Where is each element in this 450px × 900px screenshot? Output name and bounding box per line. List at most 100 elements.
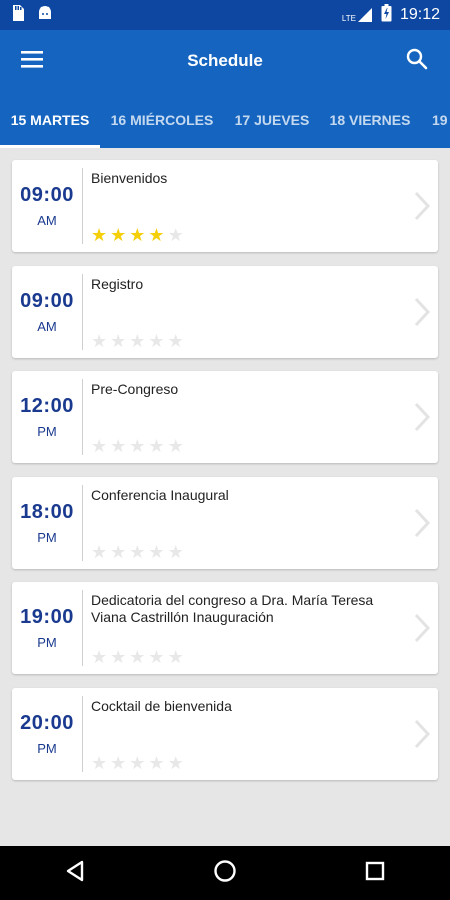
event-period: PM — [37, 424, 57, 439]
star-empty-icon[interactable]: ★ — [110, 648, 126, 666]
event-title: Pre-Congreso — [91, 381, 179, 397]
event-title: Cocktail de bienvenida — [91, 697, 232, 714]
star-empty-icon[interactable]: ★ — [110, 754, 126, 772]
star-empty-icon[interactable]: ★ — [129, 754, 145, 772]
tab-label: 19 — [432, 112, 448, 128]
star-empty-icon[interactable]: ★ — [129, 648, 145, 666]
event-period: AM — [37, 213, 57, 228]
chevron-right-icon — [408, 506, 434, 540]
star-empty-icon[interactable]: ★ — [91, 437, 107, 455]
event-period: PM — [37, 529, 57, 545]
home-button[interactable] — [195, 846, 255, 900]
rating-stars[interactable]: ★ ★ ★ ★ ★ — [91, 226, 184, 244]
star-empty-icon[interactable]: ★ — [91, 332, 107, 350]
time-column: 12:00 PM — [12, 371, 82, 463]
time-column: 09:00 AM — [12, 160, 82, 252]
star-filled-icon[interactable]: ★ — [110, 226, 126, 244]
tab-label: 16 MIÉRCOLES — [110, 112, 214, 128]
star-empty-icon[interactable]: ★ — [129, 437, 145, 455]
app-bar: Schedule — [0, 30, 450, 92]
tab-label: 17 JUEVES — [234, 112, 310, 128]
star-empty-icon[interactable]: ★ — [168, 332, 184, 350]
storage-icon — [10, 4, 26, 27]
event-time: 19:00 — [20, 606, 74, 628]
status-time: 19:12 — [399, 6, 440, 23]
search-icon — [406, 48, 428, 75]
star-empty-icon[interactable]: ★ — [91, 648, 107, 666]
rating-stars[interactable]: ★ ★ ★ ★ ★ — [91, 332, 184, 350]
time-column: 19:00 PM — [12, 582, 82, 674]
tab-label: 18 VIERNES — [329, 112, 411, 128]
star-empty-icon[interactable]: ★ — [148, 754, 164, 772]
star-empty-icon[interactable]: ★ — [148, 543, 164, 561]
day-tabs: 15 MARTES 16 MIÉRCOLES 17 JUEVES 18 VIER… — [0, 92, 450, 148]
schedule-card[interactable]: 09:00 AM Registro ★ ★ ★ ★ ★ — [12, 265, 438, 358]
event-time: 12:00 — [20, 395, 74, 417]
tab-17-jueves[interactable]: 17 JUEVES — [224, 92, 320, 148]
rating-stars[interactable]: ★ ★ ★ ★ ★ — [91, 648, 184, 666]
star-empty-icon[interactable]: ★ — [110, 437, 126, 455]
star-empty-icon[interactable]: ★ — [129, 543, 145, 561]
home-icon — [213, 859, 237, 888]
event-title: Registro — [91, 275, 144, 292]
event-title: Conferencia Inaugural — [91, 486, 229, 503]
star-filled-icon[interactable]: ★ — [148, 226, 164, 244]
star-empty-icon[interactable]: ★ — [110, 332, 126, 350]
star-empty-icon[interactable]: ★ — [168, 648, 184, 666]
schedule-card[interactable]: 18:00 PM Conferencia Inaugural ★ ★ ★ ★ ★ — [12, 476, 438, 569]
schedule-card[interactable]: 20:00 PM Cocktail de bienvenida ★ ★ ★ ★ ★ — [12, 687, 438, 780]
schedule-card[interactable]: 09:00 AM Bienvenidos ★ ★ ★ ★ ★ — [12, 160, 438, 252]
event-period: AM — [37, 318, 57, 334]
star-empty-icon[interactable]: ★ — [148, 648, 164, 666]
event-title: Bienvenidos — [91, 170, 168, 186]
tab-19[interactable]: 19 — [420, 92, 450, 148]
android-icon — [36, 4, 54, 27]
schedule-card[interactable]: 19:00 PM Dedicatoria del congreso a Dra.… — [12, 582, 438, 674]
system-nav-bar — [0, 846, 450, 900]
time-column: 20:00 PM — [12, 688, 82, 780]
rating-stars[interactable]: ★ ★ ★ ★ ★ — [91, 543, 184, 561]
menu-button[interactable] — [0, 30, 66, 92]
star-empty-icon[interactable]: ★ — [168, 226, 184, 244]
tab-18-viernes[interactable]: 18 VIERNES — [320, 92, 420, 148]
signal-icon: LTE — [342, 7, 373, 23]
star-empty-icon[interactable]: ★ — [168, 543, 184, 561]
tab-15-martes[interactable]: 15 MARTES — [0, 92, 100, 148]
tab-16-miercoles[interactable]: 16 MIÉRCOLES — [100, 92, 224, 148]
menu-icon — [21, 50, 45, 73]
time-column: 18:00 PM — [12, 477, 82, 569]
star-empty-icon[interactable]: ★ — [148, 332, 164, 350]
recents-icon — [365, 861, 385, 886]
event-title: Dedicatoria del congreso a Dra. María Te… — [91, 592, 374, 625]
schedule-card[interactable]: 12:00 PM Pre-Congreso ★ ★ ★ ★ ★ — [12, 371, 438, 463]
tab-label: 15 MARTES — [10, 112, 90, 128]
star-empty-icon[interactable]: ★ — [168, 437, 184, 455]
star-empty-icon[interactable]: ★ — [168, 754, 184, 772]
star-empty-icon[interactable]: ★ — [129, 332, 145, 350]
rating-stars[interactable]: ★ ★ ★ ★ ★ — [91, 437, 184, 455]
back-button[interactable] — [45, 846, 105, 900]
chevron-right-icon — [408, 189, 434, 223]
event-period: PM — [37, 635, 57, 650]
event-time: 18:00 — [20, 500, 74, 523]
event-period: PM — [37, 740, 57, 756]
page-title: Schedule — [187, 51, 263, 70]
chevron-right-icon — [408, 717, 434, 751]
star-filled-icon[interactable]: ★ — [129, 226, 145, 244]
star-empty-icon[interactable]: ★ — [148, 437, 164, 455]
event-time: 09:00 — [20, 289, 74, 312]
chevron-right-icon — [408, 400, 434, 434]
chevron-right-icon — [408, 295, 434, 329]
chevron-right-icon — [408, 611, 434, 645]
schedule-list: 09:00 AM Bienvenidos ★ ★ ★ ★ ★ 09:00 AM Regi… — [12, 160, 438, 793]
star-empty-icon[interactable]: ★ — [91, 543, 107, 561]
rating-stars[interactable]: ★ ★ ★ ★ ★ — [91, 754, 184, 772]
search-button[interactable] — [384, 30, 450, 92]
star-empty-icon[interactable]: ★ — [110, 543, 126, 561]
status-bar: LTE 19:12 — [0, 0, 450, 30]
event-time: 20:00 — [20, 711, 74, 734]
star-filled-icon[interactable]: ★ — [91, 226, 107, 244]
recents-button[interactable] — [345, 846, 405, 900]
event-time: 09:00 — [20, 184, 74, 206]
star-empty-icon[interactable]: ★ — [91, 754, 107, 772]
